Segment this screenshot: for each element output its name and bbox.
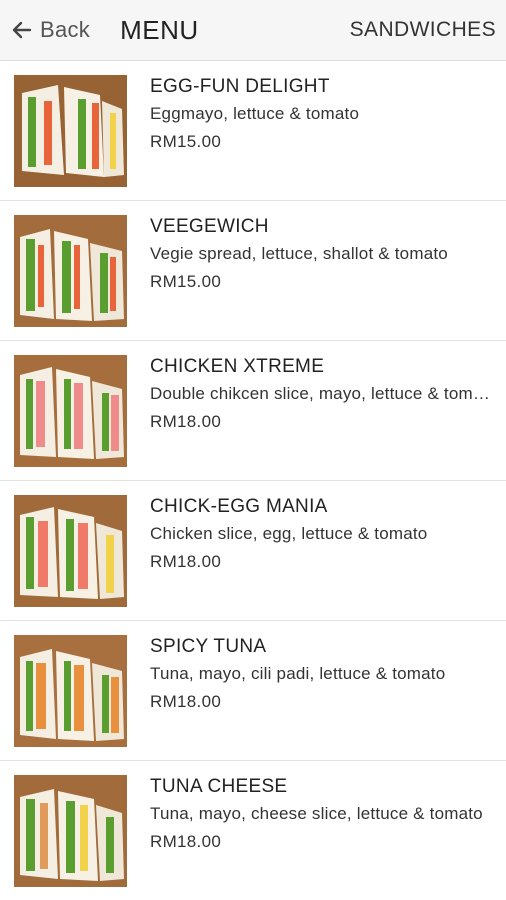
item-name: EGG-FUN DELIGHT bbox=[150, 76, 330, 97]
back-button[interactable]: Back bbox=[10, 0, 90, 60]
sandwich-image bbox=[14, 495, 127, 607]
menu-item[interactable]: TUNA CHEESE Tuna, mayo, cheese slice, le… bbox=[0, 761, 506, 900]
menu-item[interactable]: SPICY TUNA Tuna, mayo, cili padi, lettuc… bbox=[0, 621, 506, 761]
item-description: Eggmayo, lettuce & tomato bbox=[150, 104, 360, 123]
item-price: RM18.00 bbox=[150, 692, 222, 711]
menu-list: EGG-FUN DELIGHT Eggmayo, lettuce & tomat… bbox=[0, 61, 506, 900]
item-description: Chicken slice, egg, lettuce & tomato bbox=[150, 524, 428, 543]
item-description: Double chikcen slice, mayo, lettuce & to… bbox=[150, 384, 495, 403]
menu-item[interactable]: EGG-FUN DELIGHT Eggmayo, lettuce & tomat… bbox=[0, 61, 506, 201]
item-name: SPICY TUNA bbox=[150, 636, 267, 657]
menu-item[interactable]: CHICK-EGG MANIA Chicken slice, egg, lett… bbox=[0, 481, 506, 621]
item-price: RM18.00 bbox=[150, 412, 222, 431]
item-description: Vegie spread, lettuce, shallot & tomato bbox=[150, 244, 448, 263]
item-name: TUNA CHEESE bbox=[150, 776, 288, 797]
page-title: MENU bbox=[120, 14, 199, 45]
back-label: Back bbox=[40, 17, 91, 42]
menu-item[interactable]: CHICKEN XTREME Double chikcen slice, may… bbox=[0, 341, 506, 481]
arrow-left-icon bbox=[10, 18, 34, 42]
sandwich-image bbox=[14, 75, 127, 187]
item-price: RM18.00 bbox=[150, 832, 222, 851]
item-description: Tuna, mayo, cili padi, lettuce & tomato bbox=[150, 664, 446, 683]
sandwich-image bbox=[14, 775, 127, 887]
item-price: RM18.00 bbox=[150, 552, 222, 571]
menu-item[interactable]: VEEGEWICH Vegie spread, lettuce, shallot… bbox=[0, 201, 506, 341]
item-description: Tuna, mayo, cheese slice, lettuce & toma… bbox=[150, 804, 483, 823]
item-name: VEEGEWICH bbox=[150, 216, 269, 237]
sandwich-image bbox=[14, 635, 127, 747]
item-name: CHICK-EGG MANIA bbox=[150, 496, 328, 517]
item-price: RM15.00 bbox=[150, 132, 222, 151]
app-header: Back MENU SANDWICHES bbox=[0, 0, 506, 61]
item-name: CHICKEN XTREME bbox=[150, 356, 325, 377]
sandwich-image bbox=[14, 355, 127, 467]
sandwich-image bbox=[14, 215, 127, 327]
item-price: RM15.00 bbox=[150, 272, 222, 291]
category-label: SANDWICHES bbox=[349, 18, 496, 41]
